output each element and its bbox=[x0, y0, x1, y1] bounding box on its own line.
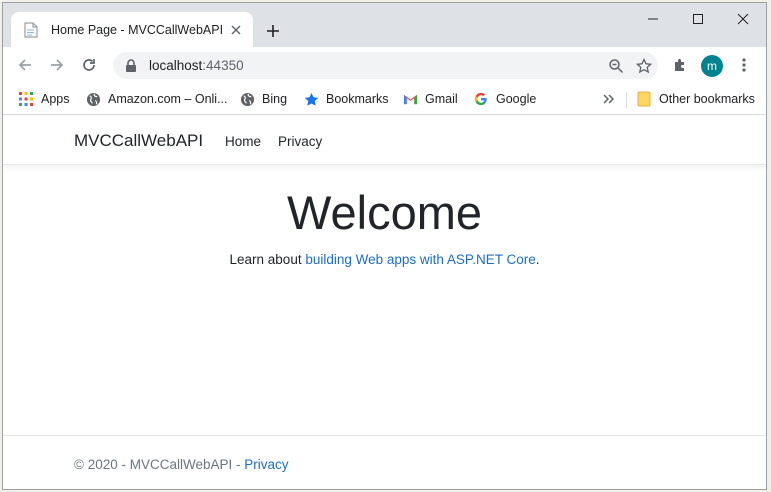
bookmark-apps[interactable]: Apps bbox=[18, 89, 70, 109]
bookmark-label: Amazon.com – Onli... bbox=[108, 92, 228, 106]
bookmarks-divider bbox=[626, 92, 627, 108]
profile-avatar[interactable]: m bbox=[701, 55, 723, 77]
url-port: :44350 bbox=[202, 58, 244, 73]
web-page: MVCCallWebAPI Home Privacy Welcome Learn… bbox=[3, 115, 766, 489]
site-footer: © 2020 - MVCCallWebAPI - Privacy bbox=[3, 435, 766, 489]
bookmark-star-icon[interactable] bbox=[630, 52, 658, 79]
minimize-icon[interactable] bbox=[630, 3, 676, 35]
bookmark-label: Gmail bbox=[425, 92, 458, 106]
bookmark-other-folder[interactable]: Other bookmarks bbox=[636, 89, 755, 109]
browser-toolbar: localhost:44350 m bbox=[3, 47, 766, 84]
close-window-icon[interactable] bbox=[720, 3, 766, 35]
bookmarks-bar: Apps Amazon.com – Onli... Bing Bookmarks… bbox=[3, 84, 766, 115]
globe-icon bbox=[85, 91, 101, 107]
globe-icon bbox=[239, 91, 255, 107]
address-bar[interactable]: localhost:44350 bbox=[113, 52, 658, 79]
nav-home-link[interactable]: Home bbox=[225, 134, 261, 149]
nav-privacy-link[interactable]: Privacy bbox=[278, 134, 322, 149]
forward-arrow-icon[interactable] bbox=[43, 51, 71, 79]
bookmark-label: Apps bbox=[41, 92, 70, 106]
bookmark-label: Bing bbox=[262, 92, 288, 106]
bookmark-label: Other bookmarks bbox=[659, 92, 755, 106]
more-bookmarks-chevron-icon[interactable] bbox=[603, 89, 615, 109]
extensions-puzzle-icon[interactable] bbox=[666, 51, 694, 79]
bookmark-label: Google bbox=[496, 92, 537, 106]
back-arrow-icon[interactable] bbox=[11, 51, 39, 79]
site-navbar: MVCCallWebAPI Home Privacy bbox=[3, 115, 766, 165]
bookmark-gmail[interactable]: Gmail bbox=[402, 89, 458, 109]
bookmark-google[interactable]: Google bbox=[473, 89, 536, 109]
footer-privacy-link[interactable]: Privacy bbox=[244, 457, 288, 472]
intro-text: Learn about building Web apps with ASP.N… bbox=[3, 252, 766, 267]
tab-title: Home Page - MVCCallWebAPI bbox=[51, 22, 224, 37]
close-tab-icon[interactable] bbox=[227, 21, 245, 39]
menu-kebab-icon[interactable] bbox=[730, 51, 758, 79]
star-icon bbox=[303, 91, 319, 107]
new-tab-icon[interactable] bbox=[261, 19, 285, 43]
bookmark-amazon[interactable]: Amazon.com – Onli... bbox=[85, 89, 228, 109]
folder-icon bbox=[636, 91, 652, 107]
bookmark-label: Bookmarks bbox=[326, 92, 389, 106]
copyright-text: © 2020 - MVCCallWebAPI - bbox=[74, 457, 245, 472]
apps-grid-icon bbox=[18, 91, 34, 107]
intro-suffix: . bbox=[535, 252, 540, 267]
gmail-icon bbox=[402, 91, 418, 107]
maximize-icon[interactable] bbox=[675, 3, 721, 35]
tab-strip: Home Page - MVCCallWebAPI bbox=[3, 3, 766, 47]
browser-window: Home Page - MVCCallWebAPI localhost:4435… bbox=[2, 2, 767, 490]
zoom-icon[interactable] bbox=[602, 52, 630, 79]
reload-icon[interactable] bbox=[75, 51, 103, 79]
google-icon bbox=[473, 91, 489, 107]
bookmark-bookmarks[interactable]: Bookmarks bbox=[303, 89, 389, 109]
tab-home-page[interactable]: Home Page - MVCCallWebAPI bbox=[11, 12, 253, 47]
footer-text: © 2020 - MVCCallWebAPI - Privacy bbox=[74, 457, 289, 472]
site-brand-link[interactable]: MVCCallWebAPI bbox=[74, 131, 203, 151]
page-heading: Welcome bbox=[286, 186, 483, 239]
page-favicon-icon bbox=[23, 21, 39, 38]
lock-icon[interactable] bbox=[123, 58, 139, 74]
intro-prefix: Learn about bbox=[229, 252, 306, 267]
aspnet-docs-link[interactable]: building Web apps with ASP.NET Core bbox=[305, 252, 535, 267]
url-host: localhost bbox=[149, 58, 203, 73]
url-text[interactable]: localhost:44350 bbox=[149, 58, 602, 73]
bookmark-bing[interactable]: Bing bbox=[239, 89, 287, 109]
